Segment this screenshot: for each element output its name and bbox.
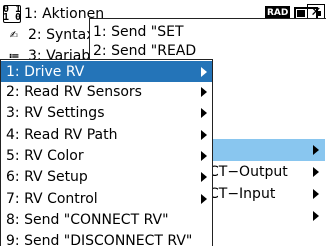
rover-menu-item-drive-rv[interactable]: 1: Drive RV	[1, 61, 212, 83]
chevron-right-icon	[201, 66, 207, 77]
chevron-right-icon	[201, 87, 207, 97]
chevron-right-icon	[313, 145, 319, 155]
submenu-item-label: 1: Send "SET	[93, 24, 184, 40]
chevron-right-icon	[201, 129, 207, 140]
submenu-item-label: CT−Input	[209, 186, 276, 202]
rover-menu-item-rv-setup[interactable]: 6: RV Setup	[1, 167, 212, 188]
rover-menu-item-label: 1: Drive RV	[6, 63, 85, 80]
rover-menu-item-rv-color[interactable]: 5: RV Color	[1, 145, 212, 166]
syntax-check-icon: ✍	[9, 29, 19, 41]
rover-menu-item-send-disconnect-rv[interactable]: 9: Send "DISCONNECT RV"	[1, 231, 212, 246]
main-menu-item-label: 2: Syntax	[28, 27, 95, 43]
rover-menu-item-label: 9: Send "DISCONNECT RV"	[6, 233, 193, 246]
chevron-right-icon	[313, 167, 319, 177]
rover-menu-item-label: 4: Read RV Path	[6, 126, 118, 143]
rover-menu-item-rv-control[interactable]: 7: RV Control	[1, 188, 212, 209]
rover-menu-item-label: 5: RV Color	[6, 148, 84, 165]
chevron-right-icon	[201, 193, 207, 204]
rover-submenu: 1: Drive RV 2: Read RV Sensors 3: RV Set…	[0, 59, 213, 246]
chevron-right-icon	[313, 189, 319, 199]
chevron-right-icon	[313, 211, 319, 221]
rover-menu-item-rv-settings[interactable]: 3: RV Settings	[1, 103, 212, 124]
rover-menu-item-read-rv-sensors[interactable]: 2: Read RV Sensors	[1, 82, 212, 103]
submenu-item-label: 2: Send "READ	[93, 43, 197, 59]
rover-menu-item-send-connect-rv[interactable]: 8: Send "CONNECT RV"	[1, 209, 212, 230]
main-menu-item-syntax[interactable]: ✍ 2: Syntax	[0, 24, 95, 46]
chevron-right-icon	[201, 108, 207, 119]
actions-icon: 0 11 0	[2, 4, 22, 23]
rover-menu-item-label: 6: RV Setup	[6, 169, 88, 186]
rover-menu-item-label: 2: Read RV Sensors	[6, 84, 142, 101]
rover-menu-item-label: 7: RV Control	[6, 190, 98, 207]
rover-menu-item-label: 3: RV Settings	[6, 105, 105, 122]
chevron-right-icon	[201, 172, 207, 183]
rover-menu-item-label: 8: Send "CONNECT RV"	[6, 211, 169, 228]
chevron-right-icon	[201, 150, 207, 161]
submenu-item-label: CT−Output	[209, 164, 288, 180]
rover-menu-item-read-rv-path[interactable]: 4: Read RV Path	[1, 124, 212, 145]
